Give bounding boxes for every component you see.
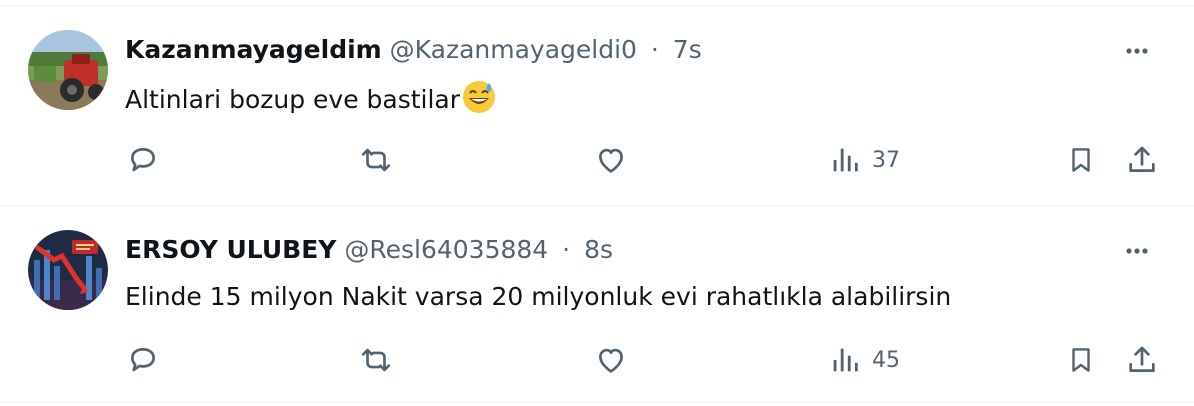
avatar-market-crash-image xyxy=(28,230,108,310)
divider xyxy=(0,402,1194,403)
avatar[interactable] xyxy=(28,30,108,110)
user-handle[interactable]: @Resl64035884 xyxy=(344,235,548,264)
retweet-button[interactable] xyxy=(358,140,394,180)
views-button[interactable]: 37 xyxy=(828,140,900,180)
separator-dot: · xyxy=(562,235,571,264)
display-name[interactable]: ERSOY ULUBEY xyxy=(125,235,336,264)
views-icon xyxy=(828,143,862,177)
display-name[interactable]: Kazanmayageldim xyxy=(125,35,382,64)
separator-dot: · xyxy=(650,35,659,64)
user-handle[interactable]: @Kazanmayageldi0 xyxy=(390,35,637,64)
tweet-actions: 45 xyxy=(0,340,1194,380)
reply-button[interactable] xyxy=(126,340,160,380)
grinning-face-with-sweat-icon xyxy=(462,80,496,123)
reply-button[interactable] xyxy=(126,140,160,180)
like-icon xyxy=(594,143,628,177)
share-button[interactable] xyxy=(1125,140,1159,180)
reply-icon xyxy=(126,343,160,377)
like-icon xyxy=(594,343,628,377)
avatar[interactable] xyxy=(28,230,108,310)
tweet[interactable]: Kazanmayageldim @Kazanmayageldi0 · 7s Al… xyxy=(0,6,1194,204)
views-count: 45 xyxy=(872,347,900,373)
bookmark-button[interactable] xyxy=(1066,340,1096,380)
like-button[interactable] xyxy=(594,140,628,180)
retweet-icon xyxy=(358,143,394,177)
tweet-header: Kazanmayageldim @Kazanmayageldi0 · 7s xyxy=(125,34,702,66)
timestamp[interactable]: 8s xyxy=(584,235,613,264)
retweet-icon xyxy=(358,343,394,377)
timestamp[interactable]: 7s xyxy=(673,35,702,64)
views-count: 37 xyxy=(872,147,900,173)
views-button[interactable]: 45 xyxy=(828,340,900,380)
tweet-actions: 37 xyxy=(0,140,1194,180)
tweet-header: ERSOY ULUBEY @Resl64035884 · 8s xyxy=(125,234,613,266)
tweet-text: Altinlari bozup eve bastilar xyxy=(125,80,496,123)
bookmark-icon xyxy=(1066,143,1096,177)
avatar-tractor-image xyxy=(28,30,108,110)
views-icon xyxy=(828,343,862,377)
tweet-text-content: Altinlari bozup eve bastilar xyxy=(125,85,461,114)
share-button[interactable] xyxy=(1125,340,1159,380)
tweet[interactable]: ERSOY ULUBEY @Resl64035884 · 8s Elinde 1… xyxy=(0,206,1194,404)
bookmark-button[interactable] xyxy=(1066,140,1096,180)
share-icon xyxy=(1125,143,1159,177)
more-icon[interactable] xyxy=(1122,40,1152,62)
like-button[interactable] xyxy=(594,340,628,380)
tweet-feed: Kazanmayageldim @Kazanmayageldi0 · 7s Al… xyxy=(0,0,1194,406)
more-icon[interactable] xyxy=(1122,240,1152,262)
reply-icon xyxy=(126,143,160,177)
tweet-text-content: Elinde 15 milyon Nakit varsa 20 milyonlu… xyxy=(125,282,952,311)
bookmark-icon xyxy=(1066,343,1096,377)
retweet-button[interactable] xyxy=(358,340,394,380)
share-icon xyxy=(1125,343,1159,377)
tweet-text: Elinde 15 milyon Nakit varsa 20 milyonlu… xyxy=(125,280,951,314)
